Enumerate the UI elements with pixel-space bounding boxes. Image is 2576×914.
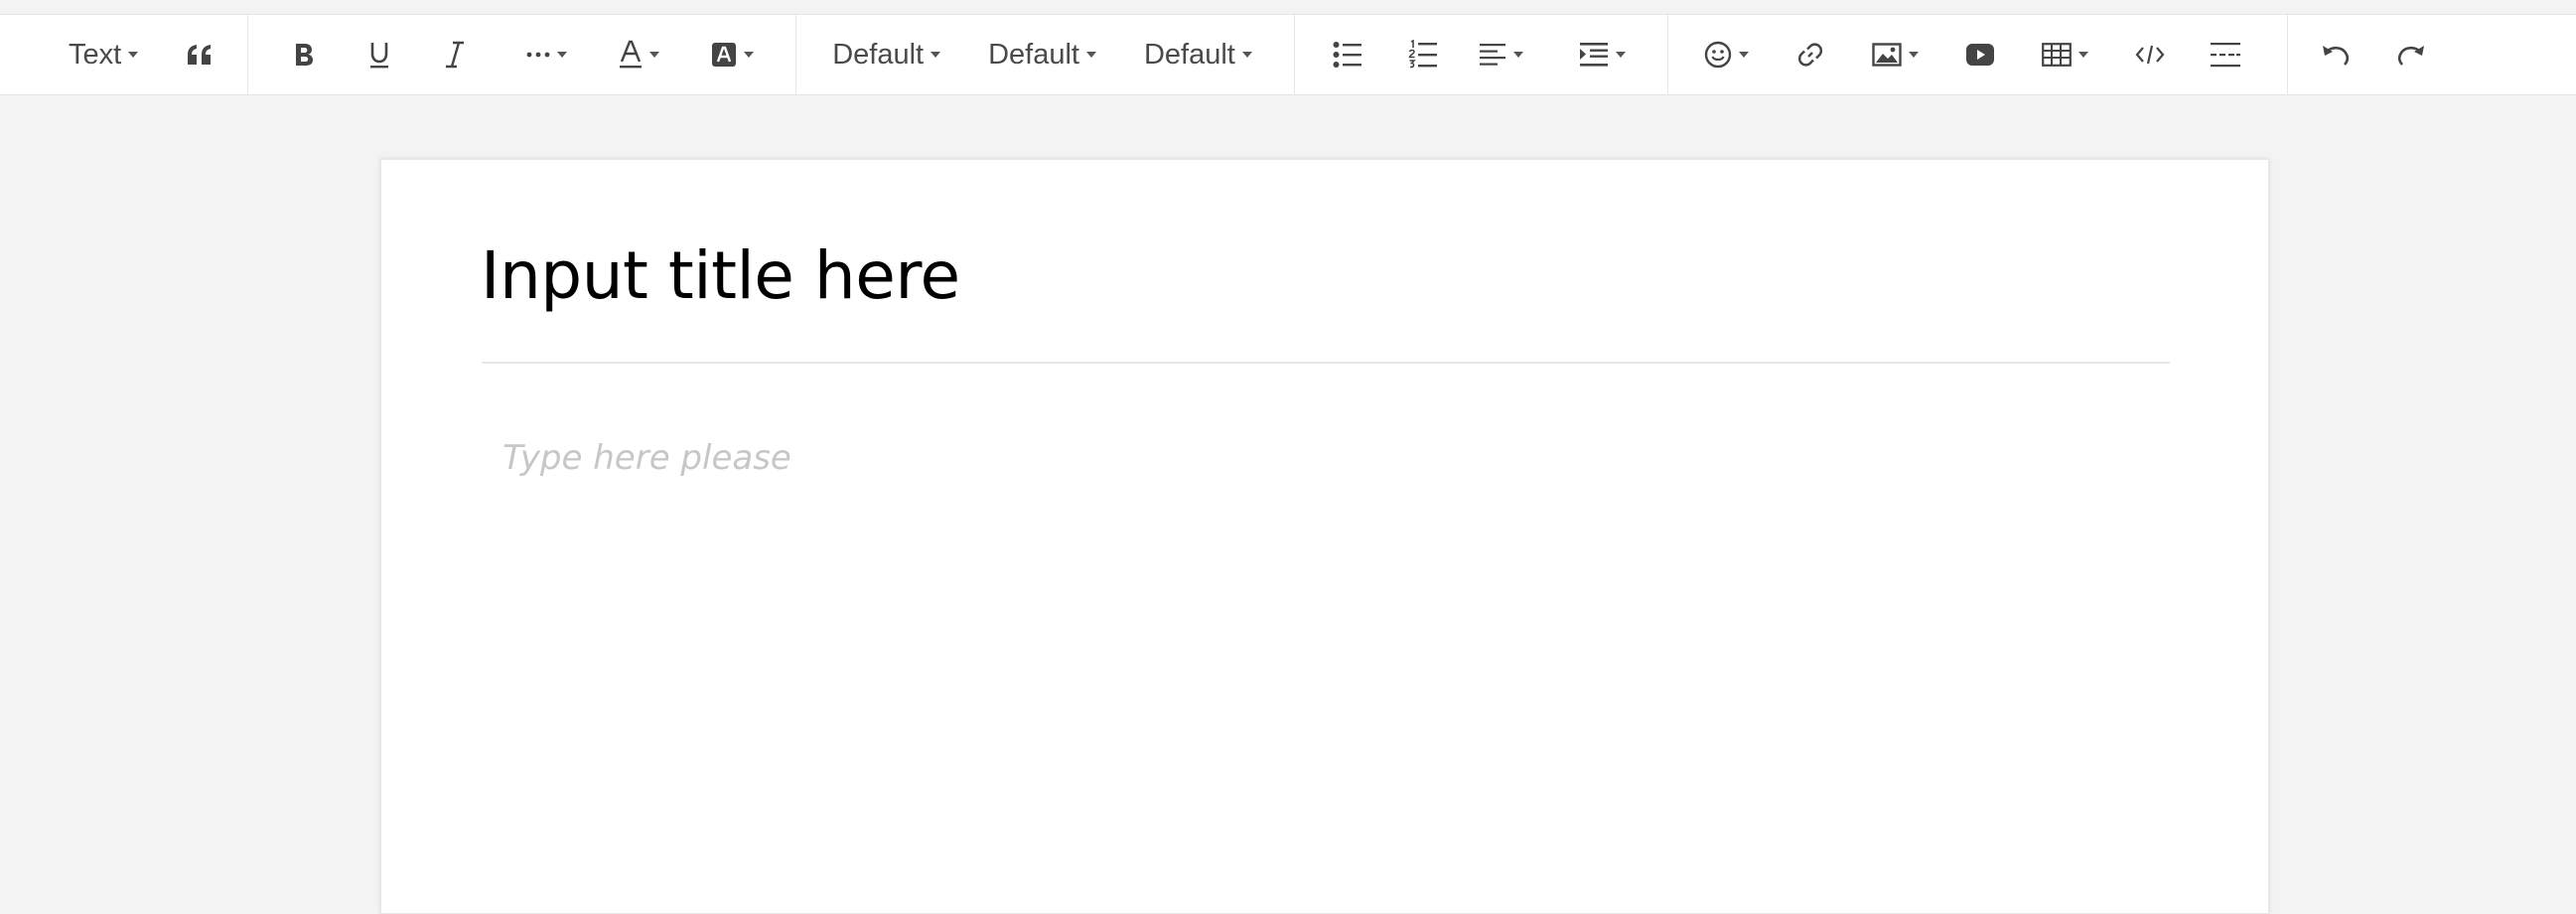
font-size-dropdown[interactable]: Default (988, 25, 1096, 84)
quote-icon (188, 45, 212, 65)
chevron-down-icon (649, 52, 660, 58)
chevron-down-icon (1738, 52, 1749, 58)
editor-toolbar: Text Default Default Default (0, 14, 2576, 95)
indent-dropdown[interactable] (1579, 25, 1626, 84)
undo-icon (2322, 46, 2349, 66)
video-button[interactable] (1960, 25, 2000, 84)
indent-icon (1579, 43, 1608, 67)
table-icon (2041, 43, 2072, 67)
chevron-down-icon (2077, 52, 2088, 58)
underline-button[interactable] (359, 25, 399, 84)
font-family-label: Default (832, 38, 925, 71)
chevron-down-icon (1512, 52, 1523, 58)
chevron-down-icon (128, 52, 139, 58)
font-color-icon (620, 40, 643, 69)
toolbar-group-insert (1668, 15, 2287, 94)
image-icon (1872, 43, 1902, 67)
image-dropdown[interactable] (1872, 25, 1919, 84)
block-type-label: Text (69, 38, 122, 71)
document-page: Input title here Type here please (380, 159, 2269, 914)
block-type-dropdown[interactable]: Text (69, 25, 139, 84)
body-editor[interactable]: Type here please (502, 438, 2151, 478)
chevron-down-icon (1908, 52, 1919, 58)
more-styles-icon (526, 52, 550, 58)
horizontal-rule-icon (2210, 43, 2240, 68)
code-icon (2135, 45, 2165, 65)
font-size-label: Default (988, 38, 1079, 71)
chevron-down-icon (1085, 52, 1096, 58)
numbered-list-icon (1408, 40, 1437, 69)
link-icon (1797, 43, 1822, 67)
table-dropdown[interactable] (2041, 25, 2088, 84)
chevron-down-icon (1615, 52, 1626, 58)
toolbar-group-paragraph (1295, 15, 1667, 94)
chevron-down-icon (744, 52, 755, 58)
toolbar-group-inline (248, 15, 795, 94)
text-align-dropdown[interactable] (1479, 25, 1523, 84)
bold-button[interactable] (284, 25, 324, 84)
toolbar-group-block: Text (0, 15, 247, 94)
chevron-down-icon (930, 52, 941, 58)
bullet-list-icon (1333, 42, 1361, 68)
chevron-down-icon (1241, 52, 1252, 58)
more-styles-dropdown[interactable] (526, 25, 568, 84)
bullet-list-button[interactable] (1328, 25, 1367, 84)
title-divider (482, 362, 2170, 364)
text-align-icon (1479, 44, 1505, 66)
toolbar-group-font: Default Default Default (796, 15, 1294, 94)
numbered-list-button[interactable] (1403, 25, 1443, 84)
video-icon (1965, 44, 1994, 66)
bold-icon (296, 44, 314, 66)
redo-icon (2397, 46, 2424, 66)
undo-button[interactable] (2316, 25, 2356, 84)
background-color-dropdown[interactable] (711, 25, 755, 84)
title-input[interactable]: Input title here (481, 243, 2169, 309)
underline-icon (370, 43, 389, 69)
blockquote-button[interactable] (186, 25, 214, 84)
code-button[interactable] (2130, 25, 2170, 84)
horizontal-rule-button[interactable] (2206, 25, 2245, 84)
italic-icon (446, 41, 465, 69)
emoji-icon (1704, 41, 1732, 69)
link-button[interactable] (1790, 25, 1830, 84)
chevron-down-icon (557, 52, 568, 58)
italic-button[interactable] (435, 25, 475, 84)
emoji-dropdown[interactable] (1704, 25, 1749, 84)
font-family-dropdown[interactable]: Default (832, 25, 941, 84)
toolbar-group-history (2288, 15, 2431, 94)
line-height-label: Default (1143, 38, 1235, 71)
line-height-dropdown[interactable]: Default (1144, 25, 1252, 84)
background-color-icon (712, 43, 737, 67)
redo-button[interactable] (2391, 25, 2431, 84)
font-color-dropdown[interactable] (619, 25, 660, 84)
